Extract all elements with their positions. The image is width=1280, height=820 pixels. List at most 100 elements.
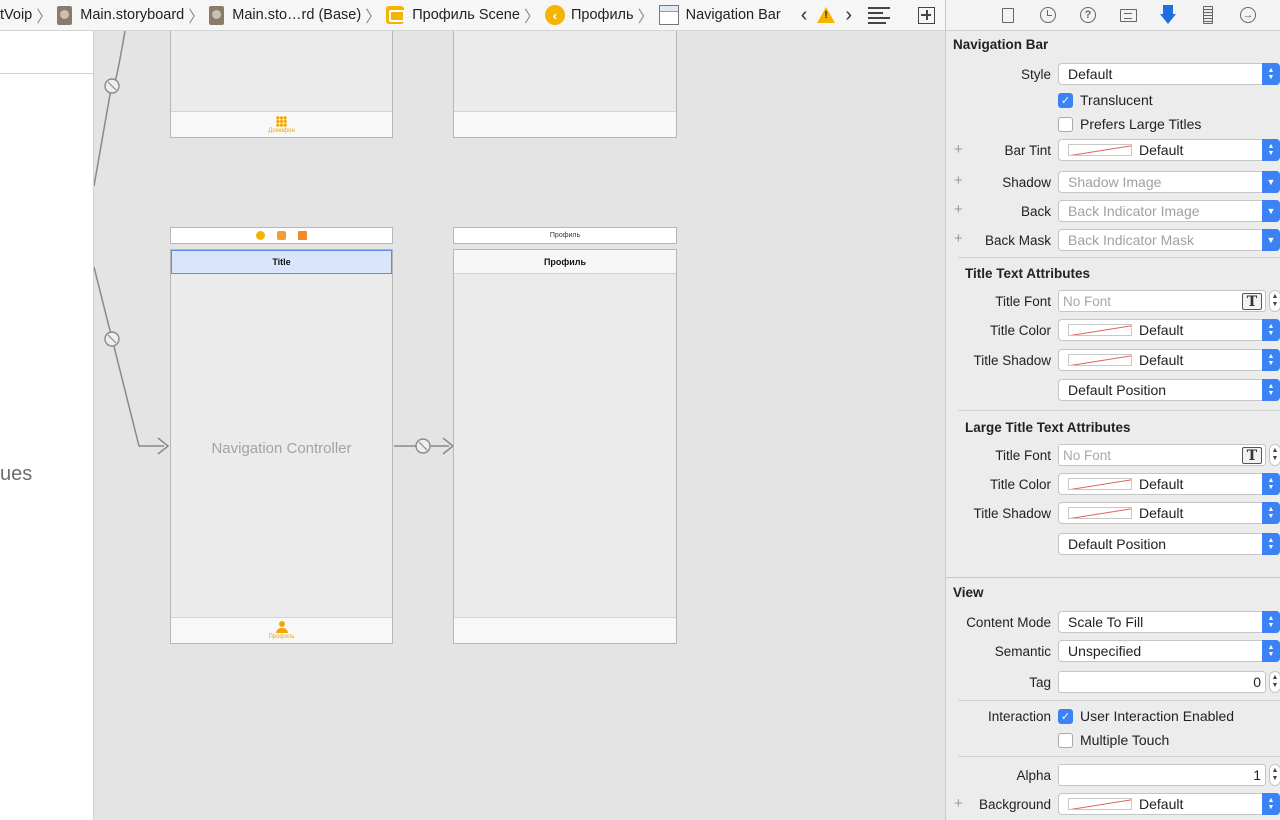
bar-tint-popup[interactable]: Default ▲ ▼ <box>1058 139 1280 161</box>
plus-icon[interactable]: + <box>954 230 963 247</box>
field-label: Title Color <box>989 323 1051 338</box>
plus-icon[interactable]: + <box>954 141 963 158</box>
storyboard-canvas[interactable]: Домофон Title Navigation Controller Проф… <box>94 31 945 820</box>
title-shadow-position-popup[interactable]: Default Position ▲ ▼ <box>1058 379 1280 401</box>
popup-arrows-icon: ▲ ▼ <box>1262 640 1280 662</box>
color-swatch <box>1068 798 1132 810</box>
translucent-checkbox-row[interactable]: ✓ Translucent <box>1058 92 1153 108</box>
font-size-stepper[interactable]: ▲ ▼ <box>1269 290 1280 312</box>
document-outline-icon[interactable] <box>868 6 891 24</box>
title-color-popup[interactable]: Default ▲ ▼ <box>1058 319 1280 341</box>
popup-arrows-icon: ▲ ▼ <box>1262 502 1280 524</box>
multiple-touch-checkbox[interactable] <box>1058 732 1073 748</box>
size-inspector-tab[interactable] <box>1188 0 1228 31</box>
attributes-inspector-tab[interactable] <box>1148 0 1188 31</box>
breadcrumb-view-controller[interactable]: ‹ Профиль 〉 <box>544 0 659 30</box>
font-size-stepper[interactable]: ▲ ▼ <box>1269 444 1280 466</box>
field-label: Background <box>978 797 1051 812</box>
scene-frame[interactable] <box>453 31 677 138</box>
breadcrumb-storyboard-base[interactable]: Main.sto…rd (Base) 〉 <box>209 0 386 30</box>
navigation-bar-selected[interactable]: Title <box>171 250 392 274</box>
translucent-checkbox[interactable]: ✓ <box>1058 92 1073 108</box>
shadow-image-combo[interactable]: Shadow Image ▼ <box>1058 171 1280 193</box>
large-title-color-popup[interactable]: Default ▲ ▼ <box>1058 473 1280 495</box>
background-color-popup[interactable]: Default ▲ ▼ <box>1058 793 1280 815</box>
navigation-bar-icon <box>658 5 679 25</box>
field-label: Title Font <box>995 294 1051 309</box>
scene-dock[interactable]: Профиль <box>453 227 677 244</box>
history-inspector-tab[interactable] <box>1028 0 1068 31</box>
large-titles-checkbox-row[interactable]: Prefers Large Titles <box>1058 116 1201 132</box>
alpha-field[interactable]: 1 <box>1058 764 1266 786</box>
user-interaction-checkbox[interactable]: ✓ <box>1058 708 1073 724</box>
field-value: 0 <box>1253 674 1261 690</box>
warning-icon[interactable]: ! <box>817 7 836 23</box>
style-popup[interactable]: Default ▲ ▼ <box>1058 63 1280 85</box>
popup-arrows-icon: ▲ ▼ <box>1262 533 1280 555</box>
navigation-bar[interactable]: Профиль <box>454 250 676 274</box>
combo-placeholder: Back Indicator Mask <box>1068 232 1195 248</box>
tab-bar[interactable]: Домофон <box>171 111 392 137</box>
checkbox-label: Multiple Touch <box>1080 732 1170 748</box>
large-title-shadow-position-popup[interactable]: Default Position ▲ ▼ <box>1058 533 1280 555</box>
chevron-left-icon[interactable]: ‹ <box>795 0 814 30</box>
user-interaction-checkbox-row[interactable]: ✓ User Interaction Enabled <box>1058 708 1234 724</box>
exit-icon[interactable] <box>298 231 307 240</box>
tag-field[interactable]: 0 <box>1058 671 1266 693</box>
chevron-down-icon: ▼ <box>1262 171 1280 193</box>
field-label: Tag <box>1029 675 1051 690</box>
identity-inspector-tab[interactable] <box>1108 0 1148 31</box>
multiple-touch-checkbox-row[interactable]: Multiple Touch <box>1058 732 1169 748</box>
chevron-right-icon[interactable]: › <box>839 0 858 30</box>
field-label: Content Mode <box>966 615 1051 630</box>
tab-bar[interactable]: Профиль <box>171 617 392 643</box>
color-swatch <box>1068 144 1132 156</box>
connections-inspector-tab[interactable]: → <box>1228 0 1268 31</box>
title-font-field[interactable]: No Font T <box>1058 290 1266 312</box>
scene-dock[interactable] <box>170 227 393 244</box>
jump-bar: tVoip 〉 Main.storyboard 〉 Main.sto…rd (Bas… <box>0 0 945 31</box>
profile-scene[interactable]: Профиль <box>453 249 677 644</box>
tab-bar <box>454 111 676 137</box>
alpha-stepper[interactable]: ▲ ▼ <box>1269 764 1280 786</box>
field-label: Title Shadow <box>973 353 1051 368</box>
field-label: Back <box>1020 204 1051 219</box>
back-indicator-combo[interactable]: Back Indicator Image ▼ <box>1058 200 1280 222</box>
font-picker-icon[interactable]: T <box>1242 293 1262 310</box>
color-swatch <box>1068 324 1132 336</box>
popup-arrows-icon: ▲ ▼ <box>1262 611 1280 633</box>
storyboard-file-icon <box>209 5 225 25</box>
divider <box>0 73 94 74</box>
quick-help-tab[interactable]: ? <box>1068 0 1108 31</box>
plus-icon[interactable]: + <box>954 201 963 218</box>
large-title-shadow-popup[interactable]: Default ▲ ▼ <box>1058 502 1280 524</box>
breadcrumb-project[interactable]: tVoip 〉 <box>0 0 57 30</box>
navigation-title: Профиль <box>543 256 587 267</box>
popup-value: Default <box>1139 476 1184 492</box>
chevron-down-icon: ▼ <box>1262 200 1280 222</box>
field-label: Semantic <box>994 644 1051 659</box>
view-controller-icon[interactable] <box>256 231 265 240</box>
tab-scene-frame[interactable]: Домофон <box>170 31 393 138</box>
breadcrumb-scene[interactable]: Профиль Scene 〉 <box>386 0 545 30</box>
combo-placeholder: Shadow Image <box>1068 174 1162 190</box>
field-label: Interaction <box>987 709 1051 724</box>
breadcrumb-storyboard[interactable]: Main.storyboard 〉 <box>57 0 209 30</box>
content-mode-popup[interactable]: Scale To Fill ▲ ▼ <box>1058 611 1280 633</box>
first-responder-icon[interactable] <box>277 231 286 240</box>
plus-icon[interactable]: + <box>954 172 963 189</box>
add-editor-icon[interactable] <box>918 6 936 24</box>
plus-icon[interactable]: + <box>954 795 963 812</box>
tag-stepper[interactable]: ▲ ▼ <box>1269 671 1280 693</box>
breadcrumb-navigation-bar[interactable]: Navigation Bar <box>658 0 781 30</box>
font-picker-icon[interactable]: T <box>1242 447 1262 464</box>
file-inspector-tab[interactable] <box>988 0 1028 31</box>
semantic-popup[interactable]: Unspecified ▲ ▼ <box>1058 640 1280 662</box>
popup-arrows-icon: ▲ ▼ <box>1262 319 1280 341</box>
back-mask-combo[interactable]: Back Indicator Mask ▼ <box>1058 229 1280 251</box>
navigation-controller-label: Navigation Controller <box>211 440 352 457</box>
title-shadow-popup[interactable]: Default ▲ ▼ <box>1058 349 1280 371</box>
large-title-font-field[interactable]: No Font T <box>1058 444 1266 466</box>
prefers-large-titles-checkbox[interactable] <box>1058 116 1073 132</box>
navigation-controller-scene[interactable]: Title Navigation Controller Профиль <box>170 249 393 644</box>
